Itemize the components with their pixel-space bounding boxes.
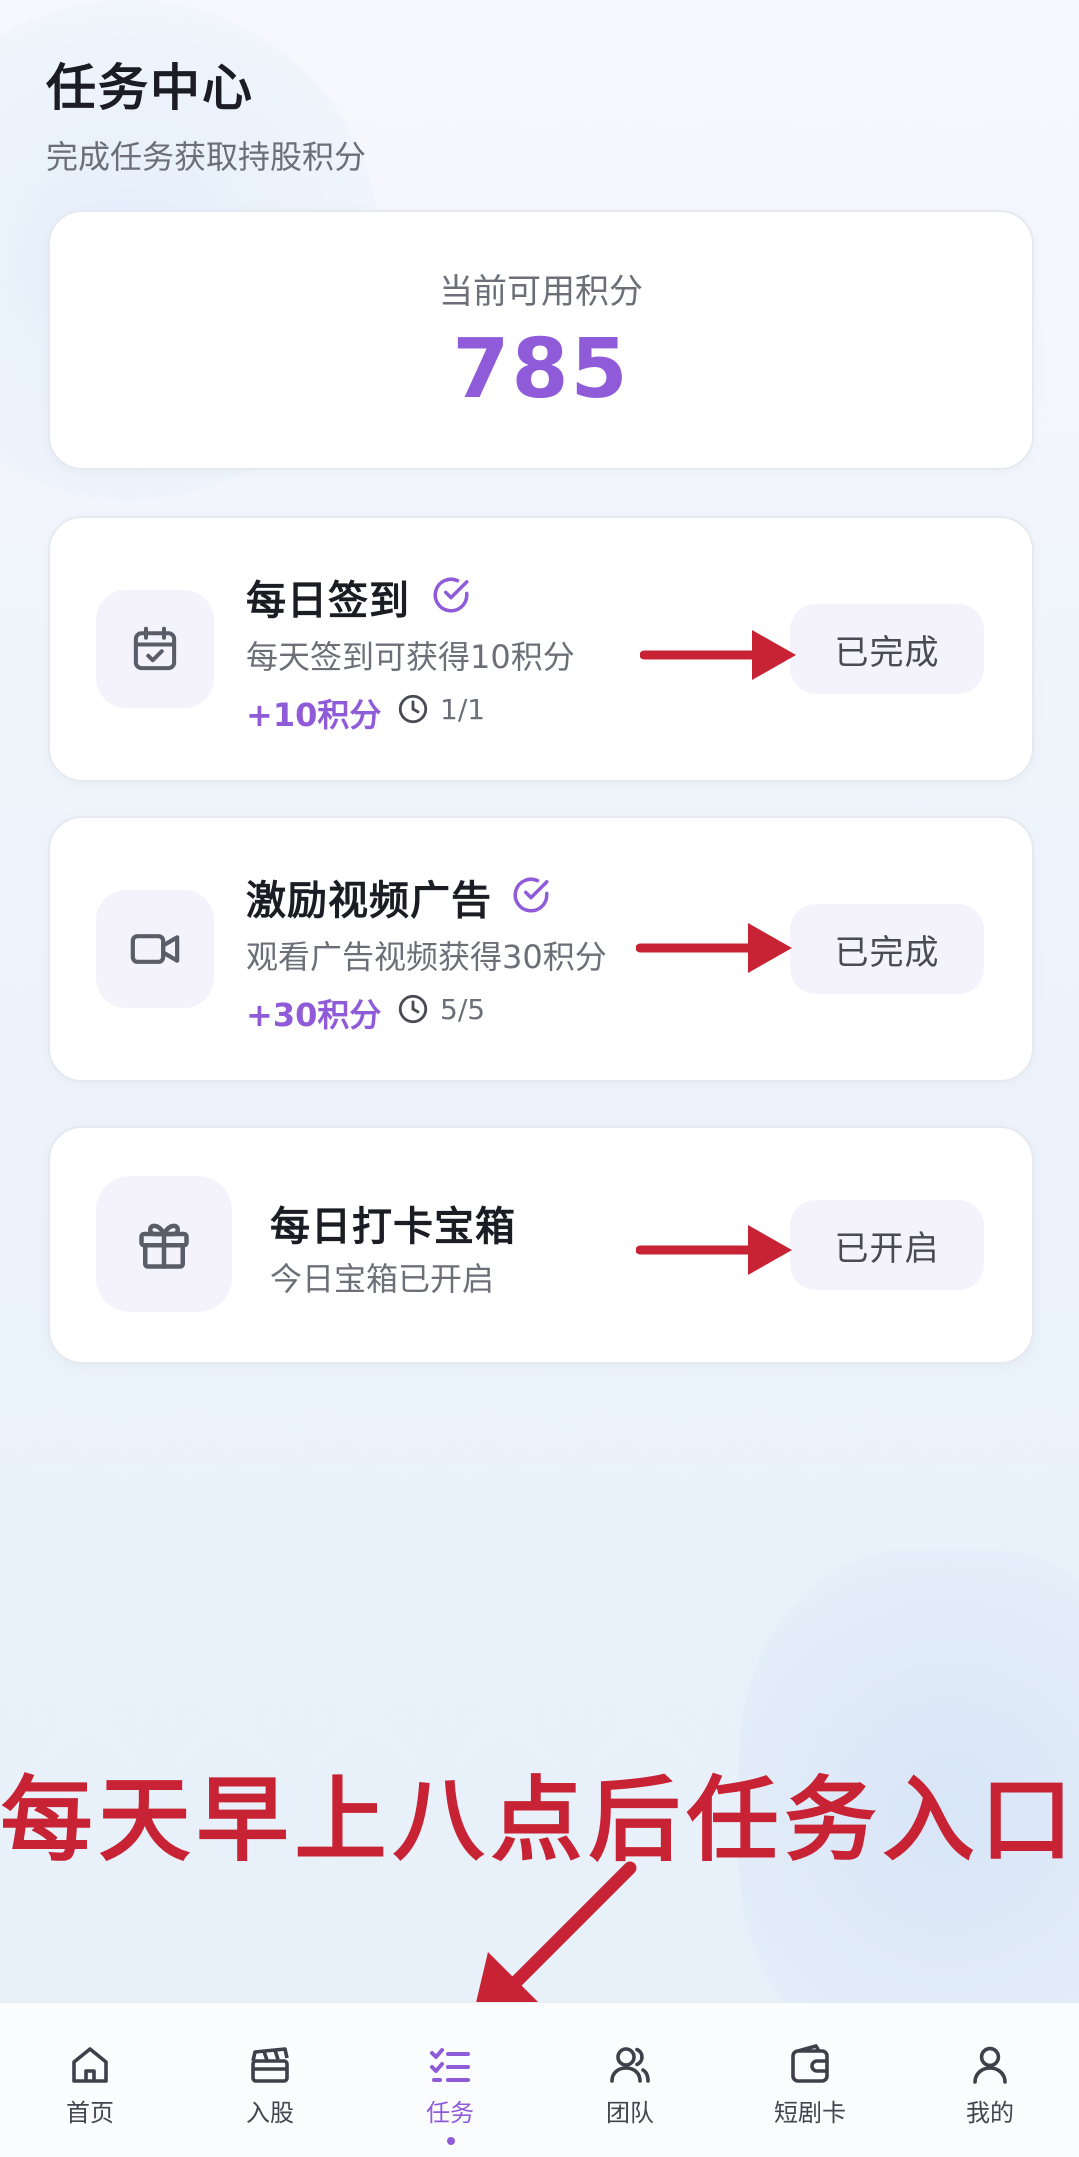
tab-drama-card[interactable]: 短剧卡: [720, 2003, 900, 2157]
user-icon: [973, 2046, 1007, 2084]
tab-label: 我的: [966, 2099, 1014, 2127]
task-description: 每天签到可获得10积分: [246, 638, 575, 676]
tab-mine[interactable]: 我的: [900, 2003, 1079, 2157]
completed-check-icon: [513, 877, 549, 913]
task-card-daily-chest: 每日打卡宝箱 今日宝箱已开启 已开启: [48, 1126, 1034, 1364]
task-title: 激励视频广告: [246, 878, 492, 924]
task-progress-value: 1/1: [440, 692, 486, 726]
clapperboard-icon: [251, 2047, 289, 2083]
annotation-arrow: [640, 630, 796, 680]
task-description: 观看广告视频获得30积分: [246, 938, 607, 976]
task-progress-value: 5/5: [440, 992, 486, 1026]
annotation-arrow: [636, 923, 792, 973]
calendar-check-icon: [96, 590, 214, 708]
completed-check-icon: [433, 577, 469, 613]
wallet-card-icon: [791, 2044, 829, 2083]
tab-tasks[interactable]: 任务: [360, 2003, 540, 2157]
tab-home[interactable]: 首页: [0, 2003, 180, 2157]
task-description: 今日宝箱已开启: [270, 1260, 495, 1298]
tab-label: 首页: [66, 2099, 114, 2127]
video-camera-icon: [96, 890, 214, 1008]
tab-label: 入股: [246, 2099, 294, 2127]
task-progress: 5/5: [396, 992, 485, 1026]
task-progress: 1/1: [396, 692, 485, 726]
points-card: 当前可用积分 785: [48, 210, 1034, 470]
tab-label: 团队: [606, 2099, 654, 2127]
task-status-button[interactable]: 已完成: [790, 904, 984, 994]
bottom-tab-bar: 首页 入股 任务 团队 短剧卡 我的: [0, 2002, 1079, 2157]
clock-icon: [398, 694, 428, 724]
task-reward: +30积分: [246, 996, 382, 1034]
task-card-daily-checkin: 每日签到 每天签到可获得10积分 +10积分 1/1 已完成: [48, 516, 1034, 782]
tab-label: 短剧卡: [774, 2099, 846, 2127]
points-value: 785: [452, 322, 630, 417]
tab-invest[interactable]: 入股: [180, 2003, 360, 2157]
task-title: 每日签到: [246, 578, 410, 624]
page-subtitle: 完成任务获取持股积分: [46, 138, 367, 176]
team-icon: [610, 2047, 650, 2083]
home-icon: [72, 2047, 108, 2083]
clock-icon: [398, 994, 428, 1024]
gift-icon: [96, 1176, 232, 1312]
task-list-icon: [430, 2048, 470, 2082]
annotation-arrow: [636, 1225, 792, 1275]
task-card-reward-video: 激励视频广告 观看广告视频获得30积分 +30积分 5/5 已完成: [48, 816, 1034, 1082]
tab-label: 任务: [426, 2099, 474, 2127]
task-status-button[interactable]: 已完成: [790, 604, 984, 694]
task-title: 每日打卡宝箱: [270, 1204, 516, 1250]
task-status-button[interactable]: 已开启: [790, 1200, 984, 1290]
active-tab-indicator: [447, 2137, 455, 2145]
tab-team[interactable]: 团队: [540, 2003, 720, 2157]
points-label: 当前可用积分: [439, 272, 643, 312]
page-title: 任务中心: [46, 59, 254, 117]
task-reward: +10积分: [246, 696, 382, 734]
